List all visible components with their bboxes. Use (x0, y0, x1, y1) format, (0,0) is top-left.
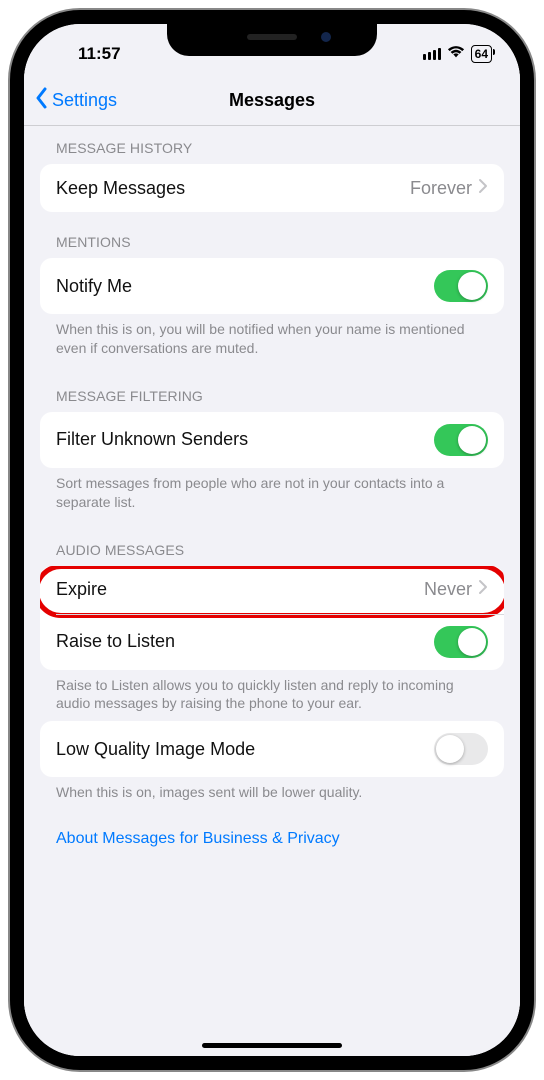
keep-messages-value: Forever (410, 178, 472, 199)
back-label: Settings (52, 90, 117, 111)
section-header-history: MESSAGE HISTORY (40, 126, 504, 164)
status-time: 11:57 (52, 44, 121, 64)
battery-indicator: 64 (471, 45, 492, 63)
screen: 11:57 64 Settings Messages MESSAGE HISTO… (24, 24, 520, 1056)
section-header-filtering: MESSAGE FILTERING (40, 366, 504, 412)
group-audio: Expire Never Raise to Listen (40, 566, 504, 670)
chevron-right-icon (478, 579, 488, 600)
raise-to-listen-label: Raise to Listen (56, 631, 175, 652)
page-title: Messages (229, 90, 315, 111)
navigation-bar: Settings Messages (24, 76, 520, 126)
cellular-signal-icon (423, 48, 441, 60)
group-mentions: Notify Me (40, 258, 504, 314)
keep-messages-label: Keep Messages (56, 178, 185, 199)
audio-footer: Raise to Listen allows you to quickly li… (40, 670, 504, 722)
group-quality: Low Quality Image Mode (40, 721, 504, 777)
back-button[interactable]: Settings (34, 87, 117, 114)
settings-content: MESSAGE HISTORY Keep Messages Forever ME… (24, 126, 520, 1056)
notify-me-row: Notify Me (40, 258, 504, 314)
mentions-footer: When this is on, you will be notified wh… (40, 314, 504, 366)
expire-value: Never (424, 579, 472, 600)
home-indicator[interactable] (202, 1043, 342, 1048)
chevron-right-icon (478, 178, 488, 199)
low-quality-toggle[interactable] (434, 733, 488, 765)
expire-row[interactable]: Expire Never (40, 566, 504, 614)
about-messages-link[interactable]: About Messages for Business & Privacy (40, 810, 504, 858)
low-quality-label: Low Quality Image Mode (56, 739, 255, 760)
filter-unknown-toggle[interactable] (434, 424, 488, 456)
chevron-left-icon (34, 87, 48, 114)
group-filtering: Filter Unknown Senders (40, 412, 504, 468)
filter-unknown-row: Filter Unknown Senders (40, 412, 504, 468)
low-quality-row: Low Quality Image Mode (40, 721, 504, 777)
keep-messages-row[interactable]: Keep Messages Forever (40, 164, 504, 212)
quality-footer: When this is on, images sent will be low… (40, 777, 504, 810)
notch (167, 24, 377, 56)
wifi-icon (447, 44, 465, 64)
notify-me-toggle[interactable] (434, 270, 488, 302)
raise-to-listen-row: Raise to Listen (40, 614, 504, 670)
expire-label: Expire (56, 579, 107, 600)
filter-unknown-label: Filter Unknown Senders (56, 429, 248, 450)
phone-frame: 11:57 64 Settings Messages MESSAGE HISTO… (10, 10, 534, 1070)
filtering-footer: Sort messages from people who are not in… (40, 468, 504, 520)
section-header-mentions: MENTIONS (40, 212, 504, 258)
group-history: Keep Messages Forever (40, 164, 504, 212)
section-header-audio: AUDIO MESSAGES (40, 520, 504, 566)
notify-me-label: Notify Me (56, 276, 132, 297)
raise-to-listen-toggle[interactable] (434, 626, 488, 658)
